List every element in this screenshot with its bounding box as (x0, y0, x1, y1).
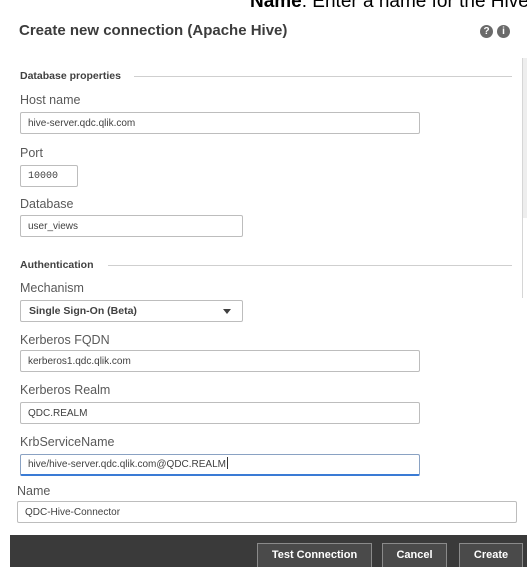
host-name-input[interactable] (20, 112, 420, 134)
mechanism-selected-value: Single Sign-On (Beta) (29, 305, 137, 317)
chevron-down-icon (223, 309, 231, 314)
port-input[interactable] (20, 165, 78, 187)
scrollbar-thumb[interactable] (523, 58, 527, 218)
section-authentication: Authentication (20, 259, 94, 271)
section-divider (108, 265, 512, 266)
connection-name-label: Name (17, 484, 51, 498)
caption-text: : Enter a name for the Hive connector (301, 0, 527, 12)
port-label: Port (20, 146, 43, 160)
krb-service-name-label: KrbServiceName (20, 435, 115, 449)
test-connection-button[interactable]: Test Connection (257, 543, 372, 567)
dialog-header: Create new connection (Apache Hive) ? i (0, 20, 527, 50)
kerberos-fqdn-label: Kerberos FQDN (20, 333, 110, 347)
caption-strip: Name: Enter a name for the Hive connecto… (0, 0, 527, 20)
info-circle-icon[interactable]: i (497, 25, 510, 38)
kerberos-realm-label: Kerberos Realm (20, 383, 111, 397)
mechanism-select[interactable]: Single Sign-On (Beta) (20, 300, 243, 322)
kerberos-fqdn-input[interactable] (20, 350, 420, 372)
dialog-title: Create new connection (Apache Hive) (19, 22, 288, 39)
cancel-button[interactable]: Cancel (382, 543, 447, 567)
section-database-properties: Database properties (20, 70, 121, 82)
kerberos-realm-input[interactable] (20, 402, 420, 424)
mechanism-label: Mechanism (20, 281, 84, 295)
section-divider (134, 76, 512, 77)
host-name-label: Host name (20, 93, 81, 107)
dialog-footer: Test Connection Cancel Create (10, 535, 527, 567)
question-circle-icon[interactable]: ? (480, 25, 493, 38)
connection-form: Database properties Host name Port Datab… (0, 50, 527, 535)
instruction-caption: Name: Enter a name for the Hive connecto… (250, 0, 527, 13)
create-button[interactable]: Create (459, 543, 523, 567)
text-caret (227, 457, 228, 469)
krb-service-name-input[interactable]: hive/hive-server.qdc.qlik.com@QDC.REALM (20, 454, 420, 476)
krb-service-name-value: hive/hive-server.qdc.qlik.com@QDC.REALM (28, 459, 226, 470)
caption-bold: Name (250, 0, 302, 12)
scrollbar[interactable] (522, 58, 527, 298)
database-input[interactable] (20, 215, 243, 237)
connection-name-input[interactable] (17, 501, 517, 523)
database-label: Database (20, 197, 74, 211)
